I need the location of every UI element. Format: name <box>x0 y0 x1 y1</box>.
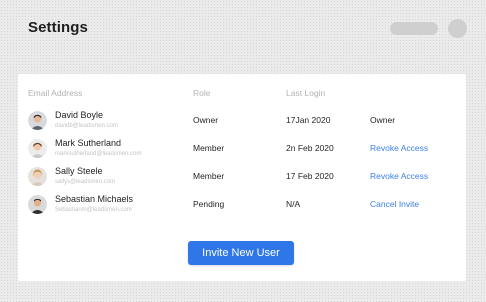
user-role: Owner <box>193 115 219 125</box>
column-header-last-login: Last Login <box>286 88 326 98</box>
user-role: Member <box>193 171 225 181</box>
header-placeholder-bar <box>390 22 438 35</box>
user-email: davidb@leadsmen.com <box>55 123 118 129</box>
column-header-role: Role <box>193 88 211 98</box>
user-role: Pending <box>193 199 225 209</box>
table-row: Mark Sutherland marksutherland@leadsmen.… <box>18 138 466 166</box>
user-last-login: N/A <box>286 199 301 209</box>
user-last-login: 2n Feb 2020 <box>286 143 334 153</box>
user-last-login: 17 Feb 2020 <box>286 171 334 181</box>
avatar <box>28 111 47 130</box>
table-row: Sebastian Michaels Sebastianm@leadsmen.c… <box>18 194 466 222</box>
revoke-access-link[interactable]: Revoke Access <box>370 143 428 153</box>
table-row: Sally Steele sallys@leadsmen.com Member … <box>18 166 466 194</box>
user-email: sallys@leadsmen.com <box>55 179 116 185</box>
user-email: marksutherland@leadsmen.com <box>55 151 142 157</box>
invite-new-user-button[interactable]: Invite New User <box>188 241 294 265</box>
page-title: Settings <box>28 19 88 36</box>
user-last-login: 17Jan 2020 <box>286 115 331 125</box>
table-row: David Boyle davidb@leadsmen.com Owner 17… <box>18 110 466 138</box>
user-name: Sebastian Michaels <box>55 194 134 204</box>
avatar <box>28 167 47 186</box>
revoke-access-link[interactable]: Revoke Access <box>370 171 428 181</box>
header-avatar[interactable] <box>448 19 467 38</box>
user-name: Sally Steele <box>55 166 103 176</box>
user-role: Member <box>193 143 225 153</box>
avatar <box>28 139 47 158</box>
users-card: Email Address Role Last Login David Boyl… <box>18 74 466 281</box>
user-owner-label: Owner <box>370 115 396 125</box>
user-name: David Boyle <box>55 110 104 120</box>
column-header-email: Email Address <box>28 88 83 98</box>
cancel-invite-link[interactable]: Cancel Invite <box>370 199 419 209</box>
user-name: Mark Sutherland <box>55 138 122 148</box>
user-email: Sebastianm@leadsmen.com <box>55 207 132 213</box>
avatar <box>28 195 47 214</box>
